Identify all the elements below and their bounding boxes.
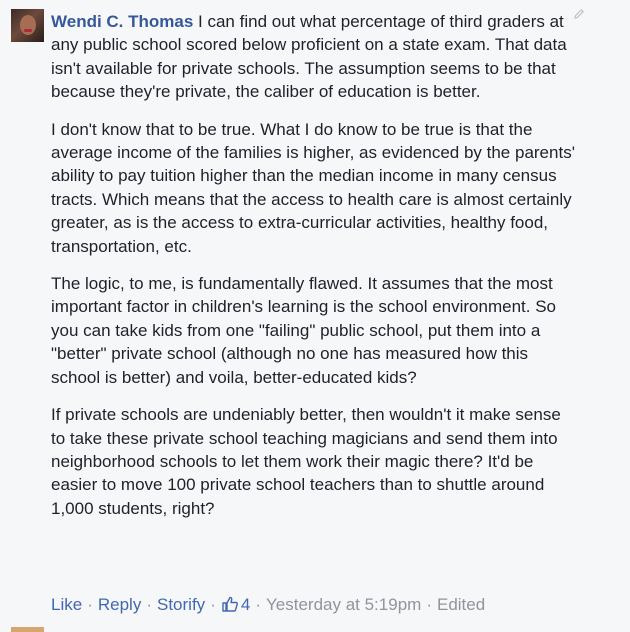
like-count-number: 4 bbox=[240, 595, 251, 614]
avatar[interactable] bbox=[11, 9, 44, 42]
separator-dot: · bbox=[146, 595, 152, 614]
edited-label[interactable]: Edited bbox=[437, 595, 485, 614]
comment-body: Wendi C. Thomas I can find out what perc… bbox=[51, 10, 579, 534]
author-name[interactable]: Wendi C. Thomas bbox=[51, 12, 193, 31]
avatar-lips bbox=[24, 29, 32, 32]
like-link[interactable]: Like bbox=[51, 595, 82, 614]
comment-paragraph-1: Wendi C. Thomas I can find out what perc… bbox=[51, 10, 579, 104]
avatar-face bbox=[20, 15, 36, 35]
separator-dot: · bbox=[426, 595, 432, 614]
separator-dot: · bbox=[87, 595, 93, 614]
like-count[interactable]: 4 bbox=[221, 595, 250, 614]
thumbs-up-icon bbox=[222, 596, 238, 612]
separator-dot: · bbox=[255, 595, 261, 614]
storify-link[interactable]: Storify bbox=[157, 595, 205, 614]
comment: Wendi C. Thomas I can find out what perc… bbox=[0, 0, 630, 632]
comment-paragraph-2: I don't know that to be true. What I do … bbox=[51, 119, 575, 256]
comment-actions: Like · Reply · Storify · 4 · Yesterday at 5:19pm… bbox=[51, 593, 485, 617]
timestamp[interactable]: Yesterday at 5:19pm bbox=[266, 595, 421, 614]
separator-dot: · bbox=[210, 595, 216, 614]
comment-paragraph-3: The logic, to me, is fundamentally flawe… bbox=[51, 274, 557, 387]
comment-paragraph-4: If private schools are undeniably better… bbox=[51, 405, 561, 518]
next-comment-avatar-edge bbox=[11, 627, 44, 632]
reply-link[interactable]: Reply bbox=[98, 595, 141, 614]
